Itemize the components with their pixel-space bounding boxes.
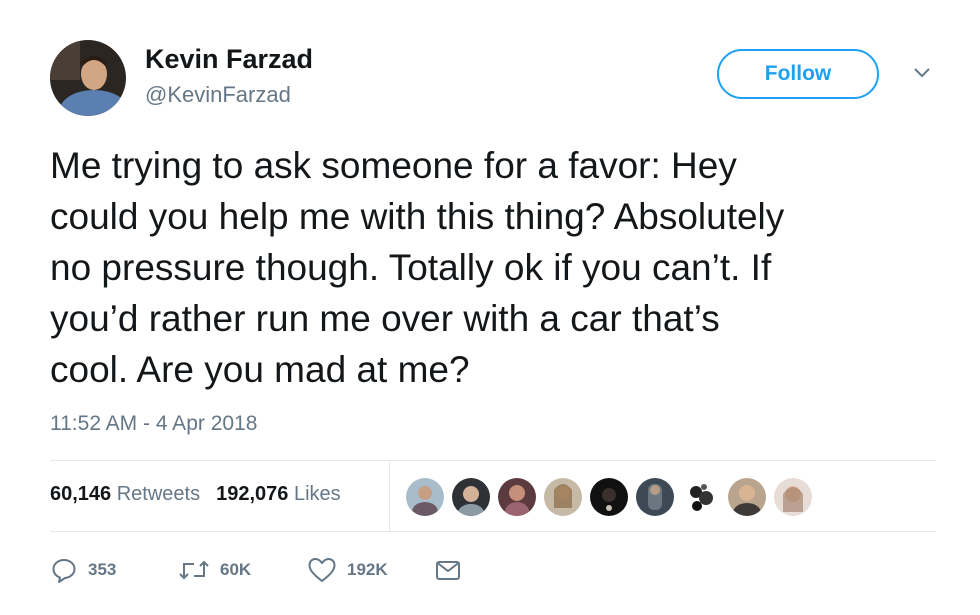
envelope-icon: [434, 556, 462, 584]
like-count: 192K: [347, 560, 388, 579]
divider: [50, 531, 936, 532]
liker-avatar[interactable]: [544, 478, 582, 516]
tweet-timestamp[interactable]: 11:52 AM - 4 Apr 2018: [50, 412, 257, 436]
tweet-actions: 353 60K 192K: [50, 554, 550, 586]
liker-avatar[interactable]: [728, 478, 766, 516]
retweet-count: 60K: [220, 560, 252, 579]
likes-stat[interactable]: 192,076 Likes: [216, 483, 341, 505]
liker-avatar[interactable]: [636, 478, 674, 516]
likes-label: Likes: [293, 483, 341, 505]
follow-button[interactable]: Follow: [717, 49, 879, 99]
liker-avatar[interactable]: [498, 478, 536, 516]
chevron-down-icon[interactable]: [912, 66, 932, 80]
like-button[interactable]: 192K: [307, 554, 388, 586]
tweet-line: you’d rather run me over with a car that…: [50, 298, 720, 339]
liker-avatar[interactable]: [406, 478, 444, 516]
engagement-stats: 60,146 Retweets 192,076 Likes: [50, 483, 341, 506]
direct-message-button[interactable]: [434, 554, 462, 586]
liker-avatar[interactable]: [682, 478, 720, 516]
retweet-icon: [178, 556, 210, 584]
author-name[interactable]: Kevin Farzad: [145, 44, 313, 75]
tweet-text: Me trying to ask someone for a favor: He…: [50, 140, 950, 395]
reply-icon: [50, 556, 78, 584]
tweet-line: no pressure though. Totally ok if you ca…: [50, 247, 772, 288]
divider: [50, 460, 936, 461]
author-handle[interactable]: @KevinFarzad: [145, 82, 291, 108]
retweets-label: Retweets: [116, 483, 201, 505]
liker-avatar[interactable]: [590, 478, 628, 516]
divider: [389, 462, 390, 532]
liker-avatar[interactable]: [774, 478, 812, 516]
tweet-line: Me trying to ask someone for a favor: He…: [50, 145, 737, 186]
likers-avatars: [406, 478, 826, 518]
reply-button[interactable]: 353: [50, 554, 116, 586]
retweet-button[interactable]: 60K: [178, 554, 251, 586]
heart-icon: [307, 556, 337, 584]
retweets-stat[interactable]: 60,146 Retweets: [50, 483, 200, 505]
author-avatar-image: [50, 40, 126, 116]
retweets-count: 60,146: [50, 483, 112, 505]
reply-count: 353: [88, 560, 117, 579]
liker-avatar[interactable]: [452, 478, 490, 516]
tweet-line: cool. Are you mad at me?: [50, 349, 470, 390]
tweet-line: could you help me with this thing? Absol…: [50, 196, 785, 237]
author-avatar[interactable]: [50, 40, 126, 116]
likes-count: 192,076: [216, 483, 289, 505]
